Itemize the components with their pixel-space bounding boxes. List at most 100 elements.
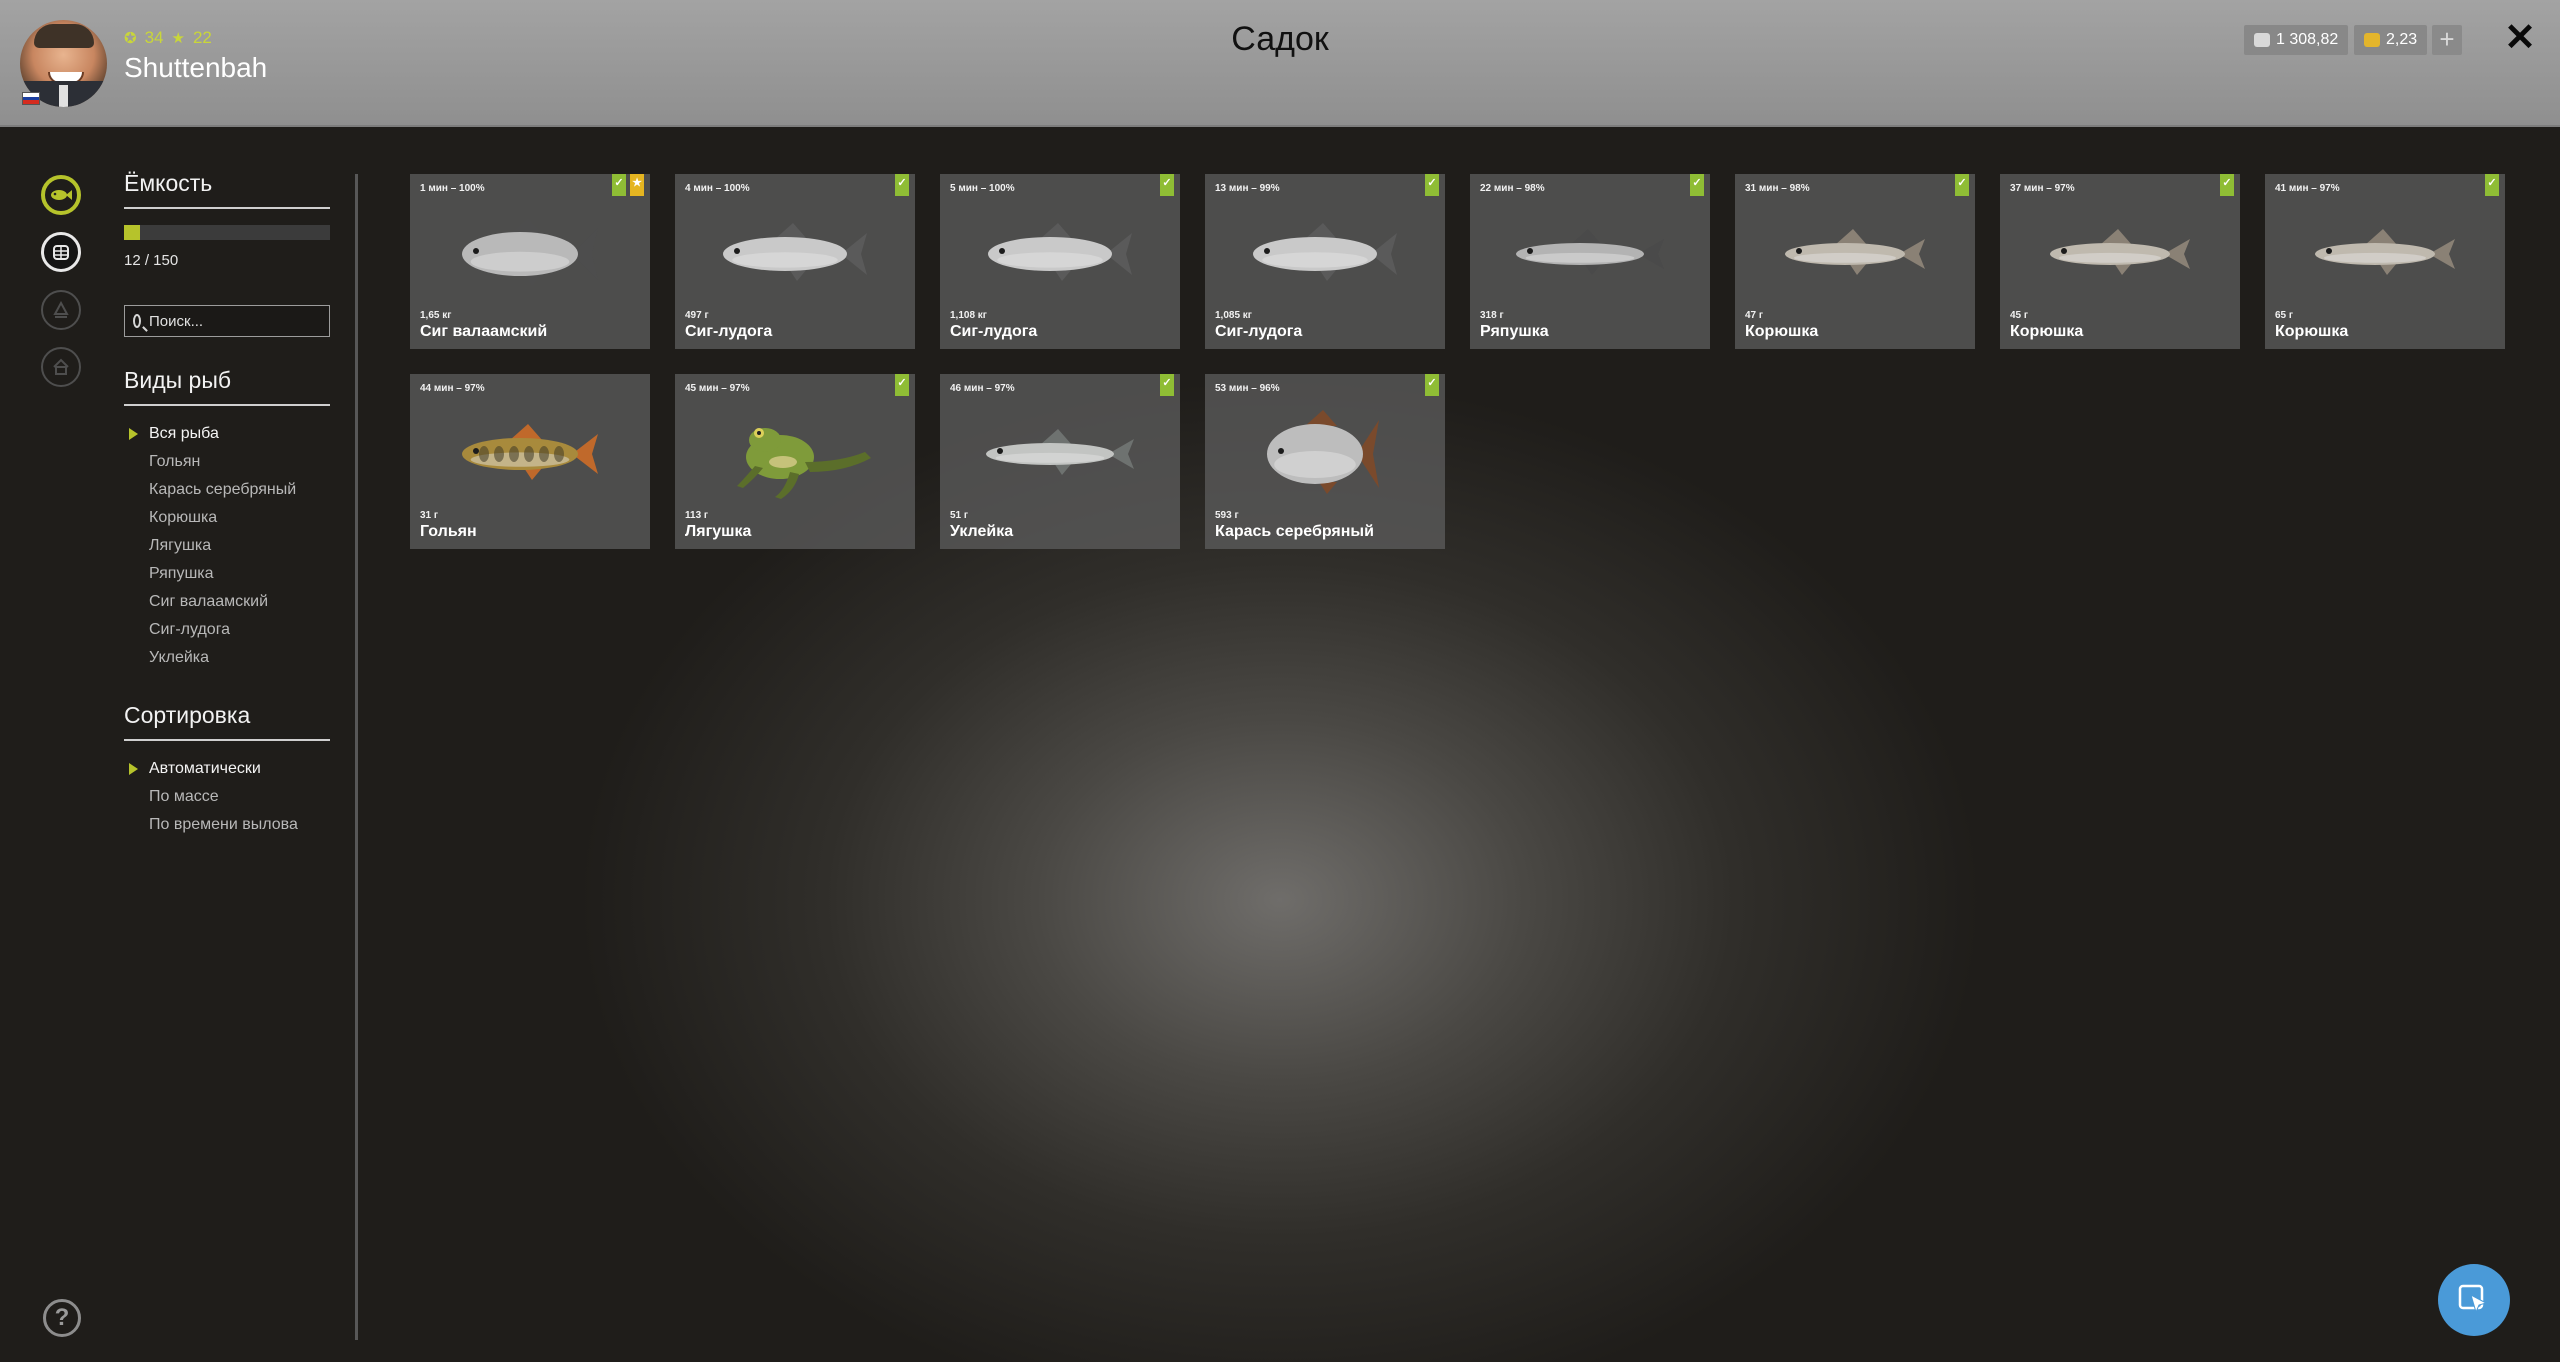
species-list: Вся рыба Гольян Карась серебряный Корюшка Ля… <box>124 420 330 672</box>
check-badge-icon: ✓ <box>1425 374 1439 396</box>
page-title: Садок <box>1231 20 1329 58</box>
avatar-tie <box>59 85 68 107</box>
fish-name: Сиг-лудога <box>1215 323 1303 340</box>
fish-name: Карась серебряный <box>1215 523 1374 540</box>
trophy-star-icon: ★ <box>630 174 644 196</box>
fish-card[interactable]: 22 мин – 98% 318 г Ряпушка ✓ <box>1470 174 1710 349</box>
species-option[interactable]: Сиг валаамский <box>124 588 330 616</box>
fish-image <box>737 428 871 499</box>
fish-name: Гольян <box>420 523 477 540</box>
fish-weight: 113 г <box>685 510 709 521</box>
fish-card[interactable]: 53 мин – 96% 593 г Карась серебряный ✓ <box>1205 374 1445 549</box>
fish-card[interactable]: 45 мин – 97% 113 г Лягушка ✓ <box>675 374 915 549</box>
search-input[interactable] <box>147 311 321 331</box>
fish-card[interactable]: 13 мин – 99% 1,085 кг Сиг-лудога ✓ <box>1205 174 1445 349</box>
fish-weight: 593 г <box>1215 510 1239 521</box>
fish-weight: 497 г <box>685 310 709 321</box>
fish-card[interactable]: 31 мин – 98% 47 г Корюшка ✓ <box>1735 174 1975 349</box>
help-button[interactable]: ? <box>43 1299 81 1337</box>
cursor-mode-button[interactable] <box>2438 1264 2510 1336</box>
filter-sidebar: Ёмкость 12 / 150 Виды рыб Вся рыбаГольян… <box>124 170 330 839</box>
fish-image <box>988 223 1132 281</box>
sort-option[interactable]: По массе <box>124 783 330 811</box>
capacity-bar <box>124 225 330 240</box>
check-badge-icon: ✓ <box>1955 174 1969 196</box>
silver-coins-icon <box>2254 33 2270 47</box>
species-section: Виды рыб Вся рыба Гольян Карась серебряный… <box>124 367 330 672</box>
fish-card[interactable]: 41 мин – 97% 65 г Корюшка ✓ <box>2265 174 2505 349</box>
fish-name: Корюшка <box>1745 323 1819 340</box>
fish-name: Сиг валаамский <box>420 323 548 340</box>
sort-section: Сортировка Автоматически По массе По време… <box>124 702 330 839</box>
catch-time-freshness: 44 мин – 97% <box>420 383 485 394</box>
catch-time-freshness: 37 мин – 97% <box>2010 183 2075 194</box>
fish-weight: 1,108 кг <box>950 310 987 321</box>
fish-weight: 1,085 кг <box>1215 310 1252 321</box>
sidebar-divider <box>355 174 358 1340</box>
silver-amount: 1 308,82 <box>2276 31 2339 48</box>
fish-name: Корюшка <box>2010 323 2084 340</box>
sort-option[interactable]: По времени вылова <box>124 811 330 839</box>
top-bar: ✪ 34 ★ 22 Shuttenbah Садок 1 308,82 2,23… <box>0 0 2560 127</box>
fish-weight: 51 г <box>950 510 969 521</box>
close-button[interactable]: ✕ <box>2502 18 2538 58</box>
fish-card[interactable]: 44 мин – 97% 31 г Гольян <box>410 374 650 549</box>
gold-coins-icon <box>2364 33 2380 47</box>
check-badge-icon: ✓ <box>895 174 909 196</box>
species-heading: Виды рыб <box>124 367 330 406</box>
sort-option[interactable]: Автоматически <box>124 755 330 783</box>
gold-balance: 2,23 <box>2354 25 2428 55</box>
check-badge-icon: ✓ <box>1160 374 1174 396</box>
home-tab-icon[interactable] <box>41 347 81 387</box>
sort-heading: Сортировка <box>124 702 330 741</box>
fish-card[interactable]: 4 мин – 100% 497 г Сиг-лудога ✓ <box>675 174 915 349</box>
fish-image <box>1253 223 1397 281</box>
keepnet-tab-icon[interactable] <box>41 232 81 272</box>
search-icon <box>133 314 141 328</box>
fish-image <box>1267 410 1379 494</box>
fish-card[interactable]: 37 мин – 97% 45 г Корюшка ✓ <box>2000 174 2240 349</box>
check-badge-icon: ✓ <box>1160 174 1174 196</box>
species-option[interactable]: Уклейка <box>124 644 330 672</box>
species-option[interactable]: Сиг-лудога <box>124 616 330 644</box>
fish-name: Корюшка <box>2275 323 2349 340</box>
check-badge-icon: ✓ <box>2220 174 2234 196</box>
catch-time-freshness: 31 мин – 98% <box>1745 183 1810 194</box>
fish-weight: 31 г <box>420 510 439 521</box>
catch-time-freshness: 5 мин – 100% <box>950 183 1015 194</box>
fish-name: Ряпушка <box>1480 323 1549 340</box>
cursor-icon <box>2458 1284 2488 1314</box>
fish-weight: 45 г <box>2010 310 2029 321</box>
fish-grid: 1 мин – 100% 1,65 кг Сиг валаамский ✓ ★ 4 мин… <box>410 174 2520 549</box>
species-option[interactable]: Корюшка <box>124 504 330 532</box>
fish-image <box>462 218 598 286</box>
search-box[interactable] <box>124 305 330 337</box>
species-option[interactable]: Вся рыба <box>124 420 330 448</box>
species-option[interactable]: Лягушка <box>124 532 330 560</box>
catch-time-freshness: 1 мин – 100% <box>420 183 485 194</box>
fish-image <box>1516 229 1664 275</box>
fish-name: Уклейка <box>950 523 1014 540</box>
catch-time-freshness: 41 мин – 97% <box>2275 183 2340 194</box>
species-option[interactable]: Гольян <box>124 448 330 476</box>
campfire-tab-icon[interactable] <box>41 290 81 330</box>
fish-card[interactable]: 46 мин – 97% 51 г Уклейка ✓ <box>940 374 1180 549</box>
fish-card[interactable]: 1 мин – 100% 1,65 кг Сиг валаамский ✓ ★ <box>410 174 650 349</box>
capacity-heading: Ёмкость <box>124 170 330 209</box>
fish-image <box>1785 229 1925 275</box>
fish-card[interactable]: 5 мин – 100% 1,108 кг Сиг-лудога ✓ <box>940 174 1180 349</box>
add-currency-button[interactable]: + <box>2432 25 2462 55</box>
fish-name: Сиг-лудога <box>950 323 1038 340</box>
species-option[interactable]: Ряпушка <box>124 560 330 588</box>
species-option[interactable]: Карась серебряный <box>124 476 330 504</box>
fish-name: Сиг-лудога <box>685 323 773 340</box>
russia-flag-icon <box>22 92 40 105</box>
check-badge-icon: ✓ <box>612 174 626 196</box>
fish-image <box>462 424 598 480</box>
fish-image <box>723 223 867 281</box>
silver-balance: 1 308,82 <box>2244 25 2349 55</box>
fish-image <box>986 429 1134 475</box>
fish-tab-icon[interactable] <box>41 175 81 215</box>
fish-weight: 318 г <box>1480 310 1504 321</box>
catch-time-freshness: 13 мин – 99% <box>1215 183 1280 194</box>
